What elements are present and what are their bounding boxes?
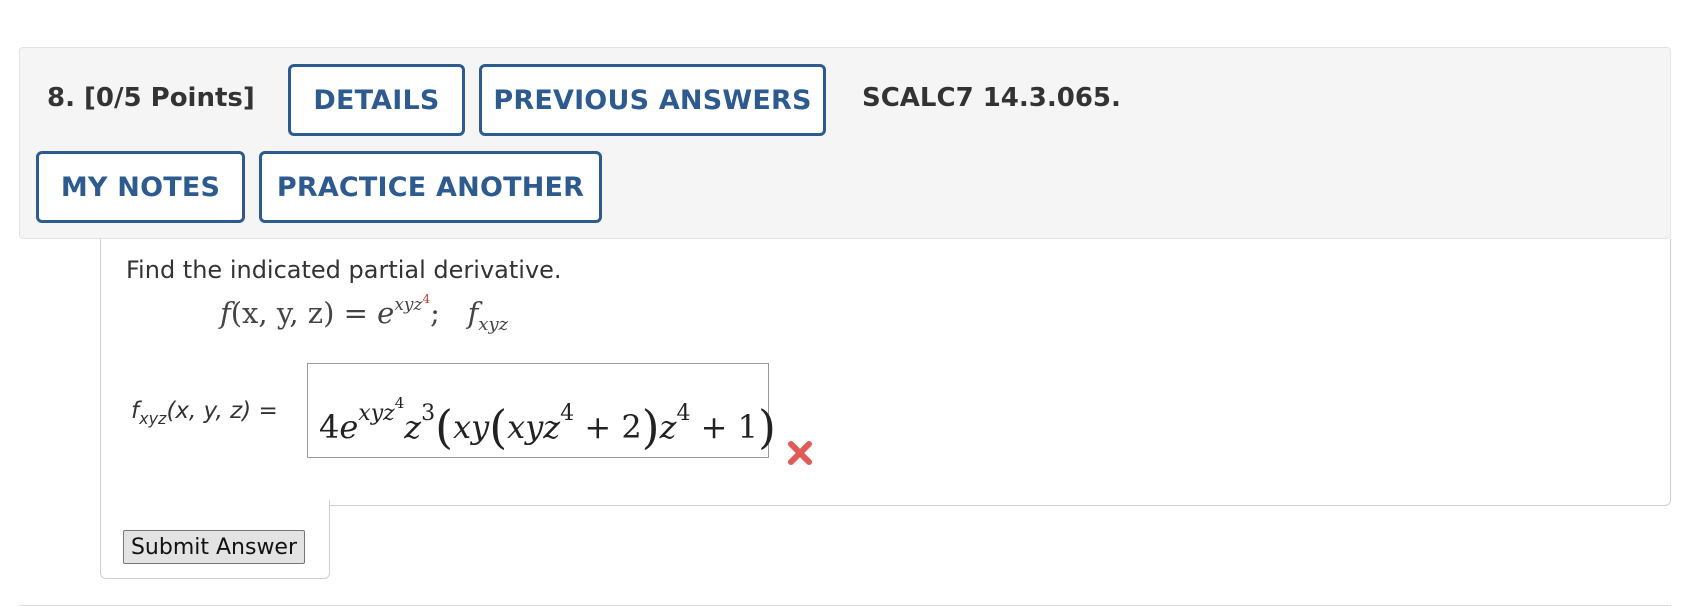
x-mark-icon bbox=[788, 441, 812, 465]
given-function: f(x, y, z) = exyz4; fxyz bbox=[220, 292, 508, 335]
question-code: SCALC7 14.3.065. bbox=[862, 83, 1121, 113]
function-base: e bbox=[377, 296, 395, 330]
answer-rparen: ) bbox=[758, 400, 776, 454]
answer-label: fxyz(x, y, z) = bbox=[131, 398, 278, 428]
answer-inner-rparen: ) bbox=[641, 400, 660, 454]
answer-label-args: (x, y, z) = bbox=[166, 398, 278, 424]
answer-exp-pow: 4 bbox=[394, 394, 405, 412]
function-separator: ; bbox=[430, 296, 440, 330]
answer-expression: 4exyz4z3(xy(xyz4 + 2)z4 + 1) bbox=[319, 394, 776, 454]
answer-plus-two: + 2 bbox=[574, 408, 642, 446]
my-notes-button[interactable]: MY NOTES bbox=[36, 151, 245, 223]
target-symbol: f bbox=[467, 296, 479, 330]
answer-z: z bbox=[404, 408, 422, 446]
answer-plus-one: + 1 bbox=[690, 408, 758, 446]
answer-z-pow: 3 bbox=[421, 401, 436, 426]
problem-prompt: Find the indicated partial derivative. bbox=[126, 256, 562, 284]
answer-lparen: ( bbox=[435, 400, 454, 454]
answer-inner-lparen: ( bbox=[489, 400, 508, 454]
function-name: f bbox=[220, 296, 231, 330]
answer-xy: xy bbox=[453, 408, 490, 446]
question-number-points: 8. [0/5 Points] bbox=[47, 83, 255, 113]
answer-inner-pow: 4 bbox=[560, 401, 575, 426]
answer-exp: xyz bbox=[358, 401, 395, 426]
function-exponent: xyz bbox=[394, 295, 423, 315]
answer-label-f: f bbox=[131, 398, 140, 424]
submit-answer-button[interactable]: Submit Answer bbox=[123, 530, 305, 564]
function-exponent-power: 4 bbox=[422, 292, 431, 306]
answer-z2: z bbox=[659, 408, 677, 446]
answer-e: e bbox=[339, 408, 359, 446]
function-args: (x, y, z) bbox=[230, 296, 335, 330]
answer-label-subscript: xyz bbox=[139, 409, 167, 428]
equals-sign: = bbox=[334, 296, 378, 330]
answer-coef: 4 bbox=[319, 408, 340, 446]
target-subscript: xyz bbox=[478, 314, 509, 335]
answer-z2-pow: 4 bbox=[676, 401, 691, 426]
previous-answers-button[interactable]: PREVIOUS ANSWERS bbox=[479, 64, 826, 136]
details-button[interactable]: DETAILS bbox=[288, 64, 465, 136]
submit-area-connector bbox=[101, 500, 329, 508]
answer-inner: xyz bbox=[507, 408, 561, 446]
practice-another-button[interactable]: PRACTICE ANOTHER bbox=[259, 151, 602, 223]
